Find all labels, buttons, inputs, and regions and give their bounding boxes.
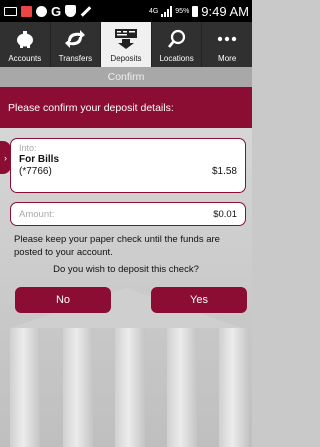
google-icon: G [51, 3, 62, 19]
tab-label: Transfers [58, 54, 93, 63]
tab-more[interactable]: More [202, 22, 252, 67]
building-column [10, 328, 40, 447]
into-account-card: Into: For Bills (*7766) $1.58 [10, 138, 246, 193]
building-column [219, 328, 249, 447]
tab-locations[interactable]: Locations [152, 22, 203, 67]
yes-button[interactable]: Yes [151, 287, 247, 313]
status-bar-system: 4G 95% 9:49 AM [149, 4, 249, 19]
no-button[interactable]: No [15, 287, 111, 313]
tab-bar: Accounts Transfers Deposits Locations Mo… [0, 22, 252, 67]
chevron-right-icon: › [4, 152, 7, 163]
account-row: (*7766) $1.58 [19, 166, 237, 177]
building-column [63, 328, 93, 447]
chrome-icon [36, 5, 47, 17]
confirm-question: Do you wish to deposit this check? [53, 264, 199, 275]
clock: 9:49 AM [201, 3, 249, 19]
confirm-banner: Please confirm your deposit details: [0, 87, 252, 128]
account-number: (*7766) [19, 166, 52, 177]
status-bar: G 4G 95% 9:49 AM [0, 0, 252, 22]
search-icon [167, 27, 187, 51]
amount-label: Amount: [19, 208, 55, 220]
more-dots-icon [217, 27, 237, 51]
tab-accounts[interactable]: Accounts [0, 22, 51, 67]
page-header: Confirm [0, 67, 252, 87]
notification-icon [21, 5, 32, 17]
page-title: Confirm [107, 71, 145, 83]
pen-icon [80, 5, 92, 17]
piggy-bank-icon [15, 27, 35, 51]
account-balance: $1.58 [211, 166, 237, 177]
amount-card: Amount: $0.01 [10, 202, 246, 226]
building-column [167, 328, 197, 447]
amount-value: $0.01 [213, 208, 237, 220]
network-type: 4G [148, 7, 159, 15]
mail-icon [4, 6, 17, 16]
tab-transfers[interactable]: Transfers [51, 22, 102, 67]
account-name: For Bills [19, 154, 60, 165]
transfer-arrows-icon [64, 27, 86, 51]
building-column [115, 328, 145, 447]
tab-label: Accounts [8, 54, 42, 63]
deposit-icon [114, 27, 138, 51]
battery-percent: 95% [175, 7, 190, 15]
tab-label: More [218, 54, 237, 63]
paper-check-note: Please keep your paper check until the f… [14, 234, 220, 258]
battery-icon [192, 5, 199, 17]
tab-label: Deposits [110, 54, 142, 63]
tab-label: Locations [159, 54, 194, 63]
into-label: Into: [19, 143, 37, 153]
status-bar-notifications: G [4, 5, 92, 18]
shield-icon [65, 5, 77, 17]
signal-icon [161, 5, 173, 17]
tab-deposits[interactable]: Deposits [101, 22, 152, 67]
